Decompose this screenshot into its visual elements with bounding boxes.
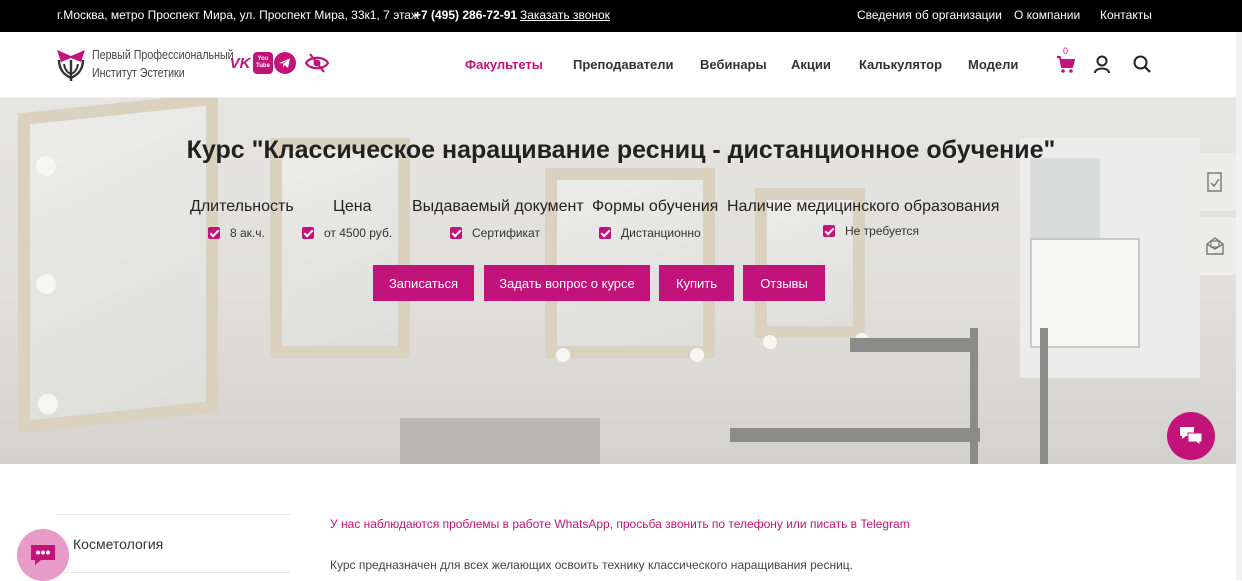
side-tab-mail[interactable]: [1188, 217, 1242, 275]
youtube-icon-label: You Tube: [256, 56, 270, 69]
info-value-medical-text: Не требуется: [845, 224, 919, 238]
vk-icon[interactable]: VK: [227, 52, 253, 74]
whatsapp-notice: У нас наблюдаются проблемы в работе What…: [330, 517, 910, 531]
info-value-price-text: от 4500 руб.: [324, 226, 393, 240]
top-bar: г.Москва, метро Проспект Мира, ул. Просп…: [0, 0, 1242, 32]
callback-link[interactable]: Заказать звонок: [520, 8, 610, 22]
side-tab-document[interactable]: [1188, 153, 1242, 211]
info-value-medical: Не требуется: [823, 224, 919, 238]
info-heading-price: Цена: [333, 198, 372, 215]
course-title: Курс "Классическое наращивание ресниц - …: [186, 136, 1056, 164]
sidebar-divider: [57, 572, 290, 573]
chat-widget-button[interactable]: [1167, 412, 1215, 460]
user-icon[interactable]: [1092, 54, 1112, 74]
info-heading-study-form: Формы обучения: [592, 198, 719, 215]
top-link-contacts[interactable]: Контакты: [1100, 8, 1152, 22]
phone-link[interactable]: +7 (495) 286-72-91: [414, 8, 517, 22]
eye-off-icon[interactable]: [304, 52, 330, 74]
search-icon[interactable]: [1132, 54, 1152, 74]
cart-icon[interactable]: [1056, 54, 1076, 74]
nav-faculties[interactable]: Факультеты: [465, 57, 543, 72]
nav-teachers[interactable]: Преподаватели: [573, 57, 674, 72]
top-link-about[interactable]: О компании: [1014, 8, 1080, 22]
sidebar-item-cosmetology[interactable]: Косметология: [73, 536, 163, 552]
document-check-icon: [1207, 172, 1222, 192]
logo-line-2: Институт Эстетики: [92, 65, 185, 80]
mail-open-icon: [1206, 237, 1224, 255]
address-text: г.Москва, метро Проспект Мира, ул. Просп…: [57, 8, 420, 22]
check-icon: [302, 227, 314, 239]
nav-calculator[interactable]: Калькулятор: [859, 57, 942, 72]
info-heading-medical: Наличие медицинского образования: [727, 198, 1000, 215]
info-value-document-text: Сертификат: [472, 226, 540, 240]
logo-text[interactable]: Первый Профессиональный Институт Эстетик…: [92, 46, 234, 82]
ask-question-button[interactable]: Задать вопрос о курсе: [484, 265, 650, 301]
info-value-study-form: Дистанционно: [599, 226, 701, 240]
course-hero: Курс "Классическое наращивание ресниц - …: [0, 98, 1242, 464]
nav-models[interactable]: Модели: [968, 57, 1018, 72]
sidebar-divider: [57, 514, 290, 515]
chat-dots-icon: [31, 545, 55, 565]
check-icon: [208, 227, 220, 239]
info-value-duration: 8 ак.ч.: [208, 226, 265, 240]
top-link-organization[interactable]: Сведения об организации: [857, 8, 1002, 22]
info-heading-document: Выдаваемый документ: [412, 198, 584, 215]
enroll-button[interactable]: Записаться: [373, 265, 474, 301]
info-heading-duration: Длительность: [190, 198, 294, 215]
telegram-icon[interactable]: [274, 52, 296, 74]
info-value-price: от 4500 руб.: [302, 226, 392, 240]
nav-webinars[interactable]: Вебинары: [700, 57, 767, 72]
buy-button[interactable]: Купить: [659, 265, 734, 301]
info-value-study-form-text: Дистанционно: [621, 226, 701, 240]
logo-line-1: Первый Профессиональный: [92, 47, 234, 62]
info-value-duration-text: 8 ак.ч.: [230, 226, 265, 240]
chat-icon: [1180, 427, 1203, 446]
youtube-icon[interactable]: You Tube: [253, 52, 273, 74]
logo-icon[interactable]: [55, 46, 87, 82]
course-description: Курс предназначен для всех желающих осво…: [330, 558, 853, 572]
check-icon: [823, 225, 835, 237]
reviews-button[interactable]: Отзывы: [743, 265, 825, 301]
check-icon: [599, 227, 611, 239]
info-value-document: Сертификат: [450, 226, 540, 240]
check-icon: [450, 227, 462, 239]
vk-icon-label: VK: [229, 54, 251, 72]
page-scrollbar[interactable]: [1236, 32, 1242, 580]
nav-promotions[interactable]: Акции: [791, 57, 831, 72]
site-header: Первый Профессиональный Институт Эстетик…: [0, 32, 1242, 98]
floating-chat-button[interactable]: [17, 529, 69, 581]
